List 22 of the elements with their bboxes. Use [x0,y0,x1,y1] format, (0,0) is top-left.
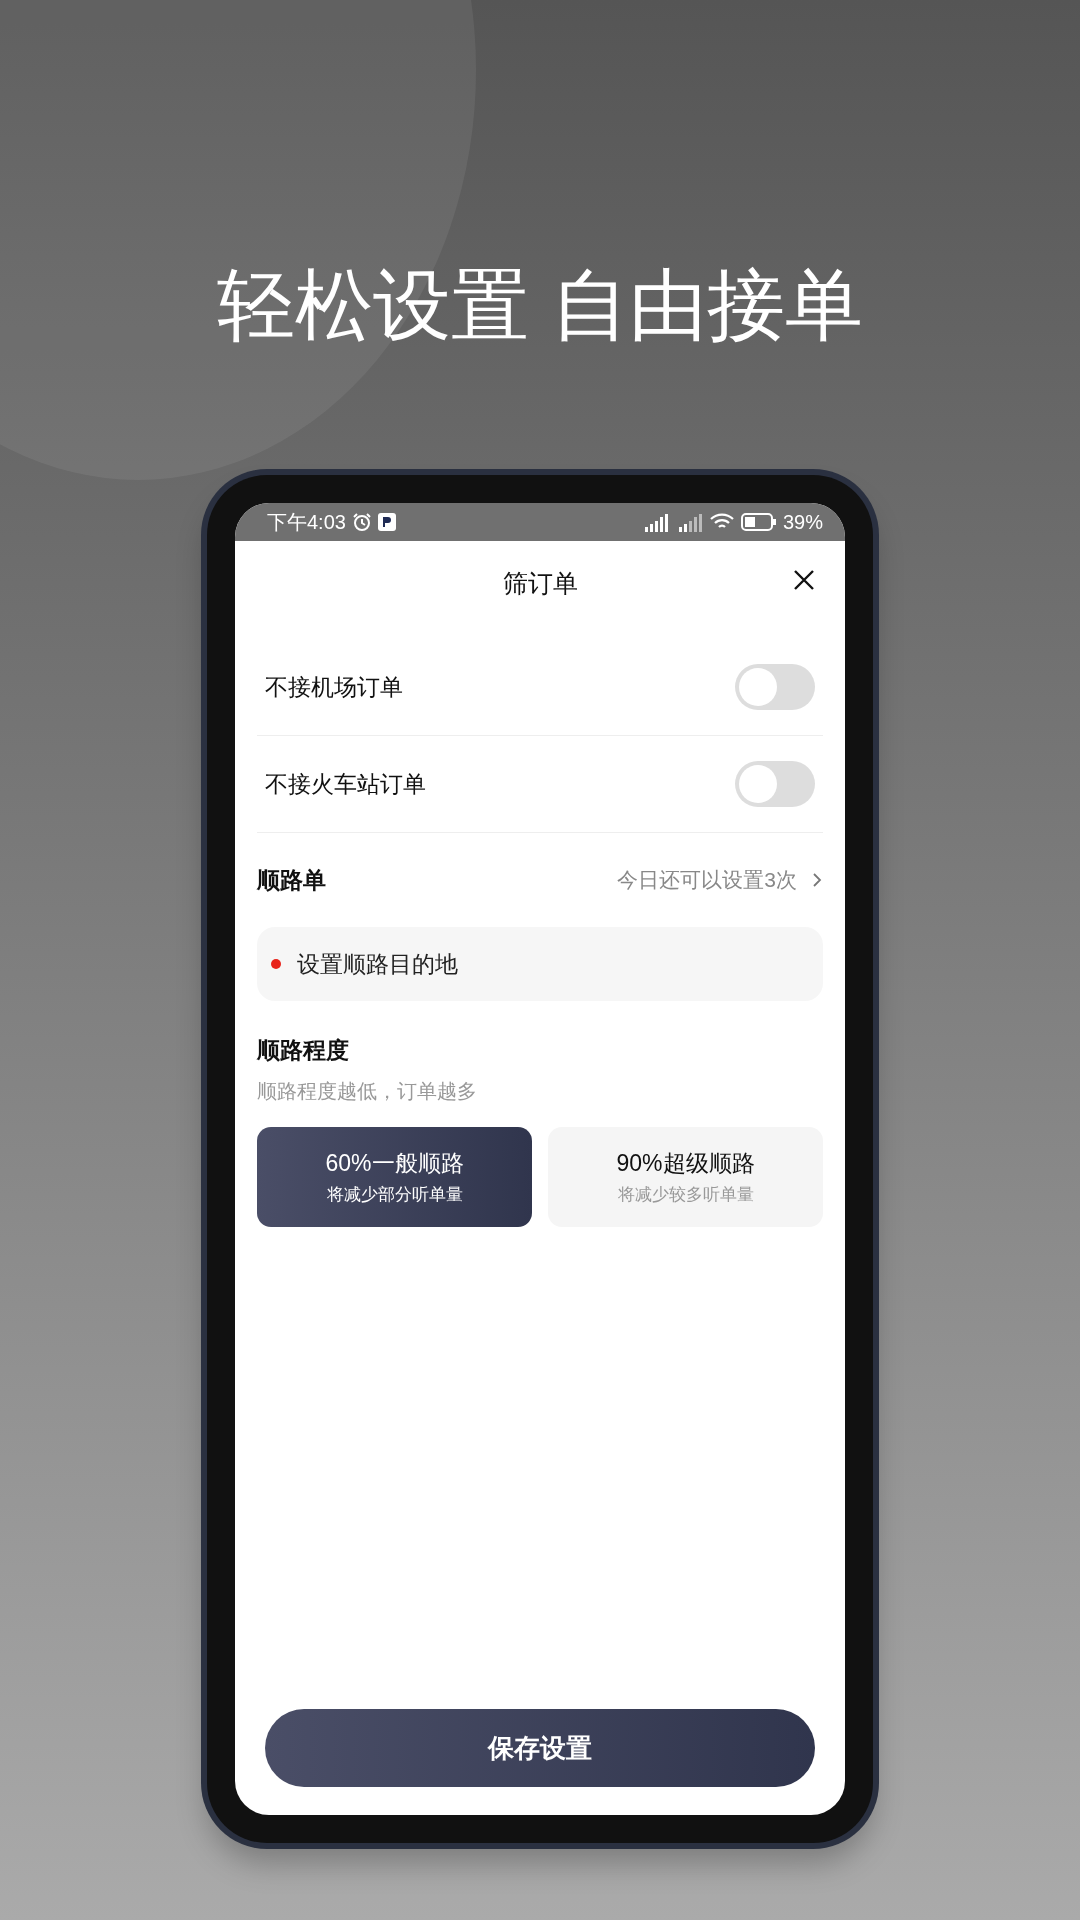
option-card[interactable]: 60%一般顺路 将减少部分听单量 [257,1127,532,1227]
app-notification-icon [377,513,396,531]
destination-field[interactable]: 设置顺路目的地 [257,927,823,1001]
battery-icon [740,513,777,531]
setting-label: 不接机场订单 [265,672,403,702]
section-hint: 顺路程度越低，订单越多 [257,1079,478,1104]
sheet-title: 筛订单 [502,567,578,599]
save-button[interactable]: 保存设置 [265,1709,815,1787]
section-title: 顺路程度 [257,1036,350,1065]
toggle-switch[interactable] [735,761,815,807]
quota-link[interactable]: 今日还可以设置3次 [617,866,797,894]
bullet-dot-icon [271,959,281,969]
setting-label: 不接火车站订单 [265,769,426,799]
close-icon[interactable] [793,569,815,591]
alarm-clock-icon [351,512,372,532]
chevron-right-icon [811,871,823,889]
battery-percent: 39% [782,510,823,534]
toggle-switch[interactable] [735,664,815,710]
section-title: 顺路单 [257,865,327,895]
option-card[interactable]: 90%超级顺路 将减少较多听单量 [548,1127,823,1227]
status-time: 下午4:03 [267,509,346,535]
headline: 轻松设置 自由接单 [217,260,863,351]
